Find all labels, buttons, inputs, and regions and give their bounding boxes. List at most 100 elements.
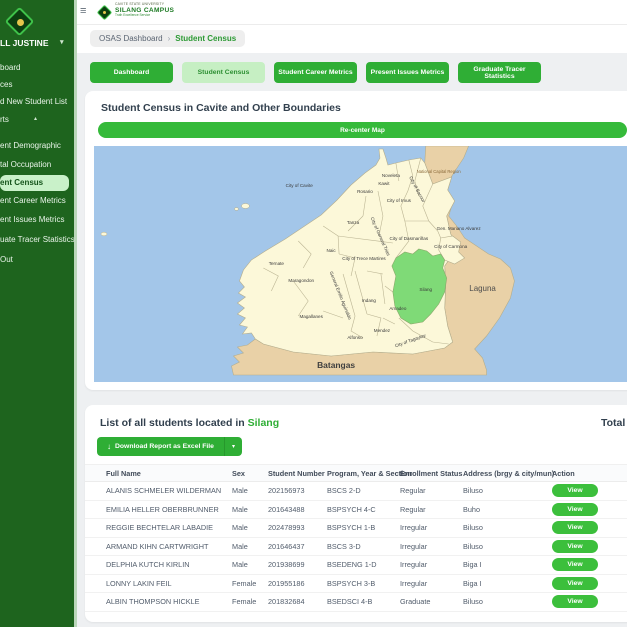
sidebar-item[interactable]: ces: [0, 77, 77, 92]
cell-number: 201955186: [268, 578, 305, 588]
column-header: Full Name: [106, 468, 141, 478]
table-row: REGGIE BECHTELAR LABADIE Male 202478993 BSP…: [85, 519, 627, 538]
cell-address: Biluso: [463, 486, 483, 496]
cell-status: Irregular: [400, 560, 428, 570]
map-label: Kawit: [378, 181, 390, 186]
map-label: National Capital Region: [417, 169, 462, 174]
map-label: Rosario: [357, 189, 373, 194]
top-navbar: ≡ CAVITE STATE UNIVERSITY SILANG CAMPUS …: [77, 0, 627, 25]
table-header-row: Full Name Sex Student Number Program, Year …: [85, 465, 627, 482]
tab-present-issues-metrics[interactable]: Present Issues Metrics: [366, 62, 449, 83]
map-label: Batangas: [317, 360, 355, 370]
view-button[interactable]: View: [552, 539, 598, 553]
cell-program: BSPSYCH 3-B: [327, 578, 376, 588]
table-row: LONNY LAKIN FEIL Female 201955186 BSPSYCH 3…: [85, 575, 627, 593]
map-label: City of Cavite: [286, 183, 314, 188]
map-label: Gen. Mariano Alvarez: [437, 226, 482, 231]
cell-program: BSPSYCH 4-C: [327, 504, 376, 514]
sidebar-item[interactable]: ent Census: [0, 175, 69, 191]
chevron-down-icon: ▾: [60, 39, 64, 46]
app-root: LL JUSTINE ▾ board ces d New Student List r…: [0, 0, 627, 627]
view-button[interactable]: View: [552, 595, 598, 609]
map-label: Tanza: [347, 220, 360, 225]
campus-logo-text: CAVITE STATE UNIVERSITY SILANG CAMPUS Tr…: [115, 2, 174, 18]
cavite-map[interactable]: City of Cavite Noveleta Kawit Rosario City o…: [94, 146, 627, 382]
sidebar-item-label: rts: [0, 115, 9, 124]
cell-number: 201938699: [268, 560, 305, 570]
sidebar-item-label: uate Tracer Statistics: [0, 235, 75, 244]
cell-action: View: [552, 595, 627, 609]
table-row: ALANIS SCHMELER WILDERMAN Male 202156973 BS…: [85, 482, 627, 501]
sidebar-item-label: d New Student List: [0, 97, 68, 106]
column-header: Enrollment Status: [400, 468, 463, 478]
tab-student-census[interactable]: Student Census: [182, 62, 265, 83]
cell-sex: Male: [232, 486, 248, 496]
view-button[interactable]: View: [552, 521, 598, 535]
sidebar-item[interactable]: ent Demographic: [0, 138, 77, 153]
sidebar-item-label: ent Demographic: [0, 141, 61, 150]
sidebar-item[interactable]: tal Occupation: [0, 157, 77, 172]
sidebar-item[interactable]: board: [0, 60, 77, 75]
view-button[interactable]: View: [552, 484, 598, 498]
column-header: Program, Year & Section: [327, 468, 413, 478]
download-dropdown-caret[interactable]: ▾: [223, 437, 242, 456]
view-button[interactable]: View: [552, 502, 598, 516]
cell-status: Regular: [400, 486, 426, 496]
column-header: Student Number: [268, 468, 325, 478]
breadcrumb-parent-link[interactable]: OSAS Dashboard: [99, 34, 163, 43]
cell-program: BSPSYCH 1-B: [327, 523, 376, 533]
sidebar-item[interactable]: uate Tracer Statistics: [0, 232, 77, 247]
sidebar-item-label: ent Career Metrics: [0, 196, 66, 205]
cell-name: ALBIN THOMPSON HICKLE: [106, 597, 200, 607]
cell-status: Graduate: [400, 597, 431, 607]
map-label: Laguna: [469, 284, 496, 293]
breadcrumb-bar: OSAS Dashboard › Student Census: [77, 25, 627, 53]
menu-toggle-icon[interactable]: ≡: [80, 5, 86, 17]
breadcrumb-separator: ›: [167, 34, 171, 43]
campus-logo-icon: [96, 4, 113, 21]
total-label: Total: [601, 417, 626, 429]
cell-action: View: [552, 576, 627, 590]
map-label: Naic: [327, 248, 337, 253]
sidebar-item-label: tal Occupation: [0, 160, 52, 169]
map-label: City of Imus: [387, 198, 412, 203]
cell-name: LONNY LAKIN FEIL: [106, 578, 172, 588]
cell-action: View: [552, 558, 627, 572]
tab-dashboard[interactable]: Dashboard: [90, 62, 173, 83]
download-label: Download Report as Excel File: [115, 443, 214, 450]
sidebar-item[interactable]: ent Career Metrics: [0, 193, 77, 208]
cell-name: ARMAND KIHN CARTWRIGHT: [106, 541, 209, 551]
cell-sex: Female: [232, 578, 257, 588]
sidebar: LL JUSTINE ▾ board ces d New Student List r…: [0, 0, 77, 627]
map-label: Indang: [362, 298, 376, 303]
sidebar-user-menu[interactable]: LL JUSTINE ▾: [0, 36, 77, 50]
map-label: Alfonso: [347, 335, 363, 340]
table-row: ALBIN THOMPSON HICKLE Female 201832684 BSED…: [85, 593, 627, 612]
cell-status: Irregular: [400, 578, 428, 588]
cell-number: 202156973: [268, 486, 305, 496]
tab-graduate-tracer-statistics[interactable]: Graduate Tracer Statistics: [458, 62, 541, 83]
cell-program: BSCS 2-D: [327, 486, 361, 496]
cell-number: 201832684: [268, 597, 305, 607]
table-row: DELPHIA KUTCH KIRLIN Male 201938699 BSEDENG…: [85, 556, 627, 575]
map-label: City of Carmona: [434, 244, 467, 249]
cell-status: Regular: [400, 504, 426, 514]
view-button[interactable]: View: [552, 558, 598, 572]
view-button[interactable]: View: [552, 576, 598, 590]
map-card: Student Census in Cavite and Other Bound…: [85, 91, 627, 390]
download-report-button[interactable]: ↓ Download Report as Excel File ▾: [97, 437, 242, 456]
sidebar-item[interactable]: d New Student List: [0, 94, 77, 109]
sidebar-item[interactable]: rts ▴: [0, 112, 77, 127]
cell-address: Biluso: [463, 541, 483, 551]
sidebar-item[interactable]: Out: [0, 252, 77, 267]
map-label: Amadeo: [389, 306, 406, 311]
cell-sex: Male: [232, 504, 248, 514]
cell-action: View: [552, 521, 627, 535]
tab-student-career-metrics[interactable]: Student Career Metrics: [274, 62, 357, 83]
main-area: ≡ CAVITE STATE UNIVERSITY SILANG CAMPUS …: [77, 0, 627, 627]
table-title-highlight: Silang: [247, 417, 280, 429]
map-section-title: Student Census in Cavite and Other Bound…: [101, 102, 341, 114]
recenter-map-button[interactable]: Re-center Map: [98, 122, 627, 138]
sidebar-user-name: LL JUSTINE: [0, 38, 49, 48]
sidebar-item[interactable]: ent Issues Metrics: [0, 212, 77, 227]
